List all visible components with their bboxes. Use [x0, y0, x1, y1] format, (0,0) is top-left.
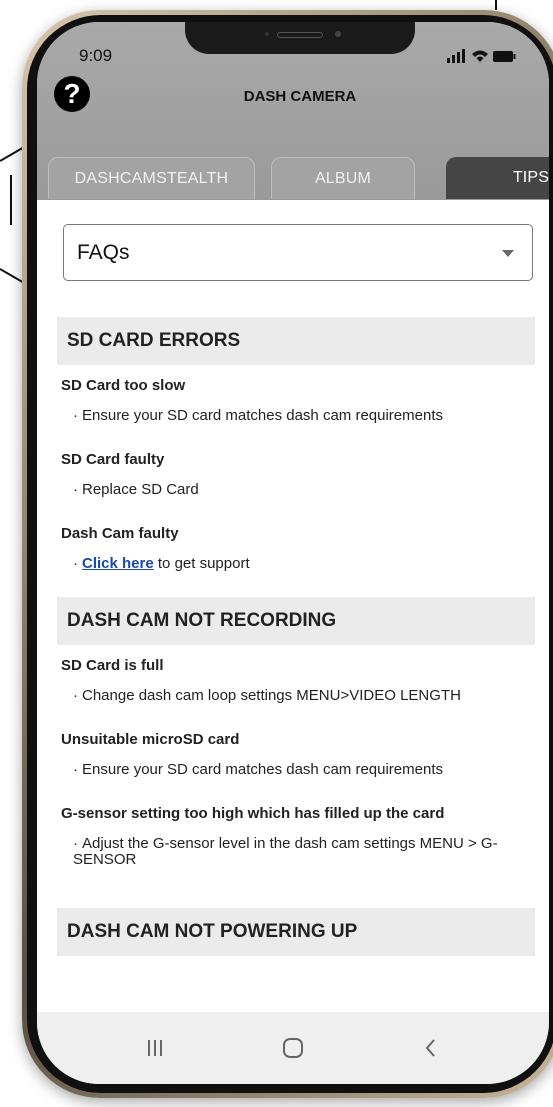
recent-apps-icon[interactable] [145, 1034, 165, 1062]
status-icons [447, 48, 527, 64]
faq-question: SD Card faulty [61, 451, 165, 468]
faq-answer: · Ensure your SD card matches dash cam re… [73, 407, 443, 424]
support-link[interactable]: Click here [82, 555, 154, 572]
faq-answer-text: Adjust the G-sensor level in the dash ca… [73, 835, 498, 868]
tab-dashcamstealth[interactable]: DASHCAMSTEALTH [48, 157, 255, 199]
faq-question: Unsuitable microSD card [61, 731, 240, 748]
faq-answer: · Adjust the G-sensor level in the dash c… [73, 835, 498, 868]
android-nav-bar [37, 1012, 549, 1084]
chevron-down-icon [502, 250, 514, 257]
tab-album[interactable]: ALBUM [271, 157, 415, 199]
faq-answer: · Replace SD Card [73, 481, 199, 498]
bg-line-left-3 [10, 175, 12, 225]
faq-question: SD Card is full [61, 657, 164, 674]
faq-answer-text: Ensure your SD card matches dash cam req… [82, 407, 443, 424]
faq-question: SD Card too slow [61, 377, 186, 394]
home-icon[interactable] [281, 1034, 305, 1062]
faq-answer: · Click here to get support [73, 555, 250, 572]
tab-tips[interactable]: TIPS [446, 157, 549, 199]
section-not-powering-up: DASH CAM NOT POWERING UP [57, 908, 535, 956]
phone-screen: 9:09 ? DASH CAMERA DASHCAMSTEALTH ALBUM … [37, 22, 549, 1084]
earpiece-speaker [277, 32, 323, 38]
faq-answer: · Ensure your SD card matches dash cam re… [73, 761, 443, 778]
status-time: 9:09 [79, 46, 113, 65]
back-icon[interactable] [421, 1034, 441, 1062]
section-sd-card-errors: SD CARD ERRORS [57, 317, 535, 365]
faq-list: SD CARD ERRORS SD Card too slow · Ensure … [37, 317, 549, 956]
faq-answer-text: Ensure your SD card matches dash cam req… [82, 761, 443, 778]
sensor-dot [265, 32, 269, 36]
bg-line-top [495, 0, 497, 10]
faq-answer: · Change dash cam loop settings MENU>VIDE… [73, 687, 461, 704]
page-title: DASH CAMERA [243, 88, 357, 105]
tips-content[interactable]: FAQs SD CARD ERRORS SD Card too slow · En… [37, 200, 549, 1012]
app-header: 9:09 ? DASH CAMERA DASHCAMSTEALTH ALBUM … [37, 22, 549, 200]
faq-select[interactable]: FAQs [63, 224, 533, 281]
faq-question: G-sensor setting too high which has fill… [61, 805, 445, 822]
faq-select-value: FAQs [77, 241, 130, 264]
faq-answer-text: Change dash cam loop settings MENU>VIDEO… [82, 687, 461, 704]
signal-wifi-battery-icon [447, 49, 516, 63]
faq-question: Dash Cam faulty [61, 525, 179, 542]
camera-notch [185, 22, 415, 54]
front-camera [335, 31, 341, 37]
faq-answer-text: Replace SD Card [82, 481, 199, 498]
faq-answer-text: to get support [153, 555, 250, 572]
section-not-recording: DASH CAM NOT RECORDING [57, 597, 535, 645]
